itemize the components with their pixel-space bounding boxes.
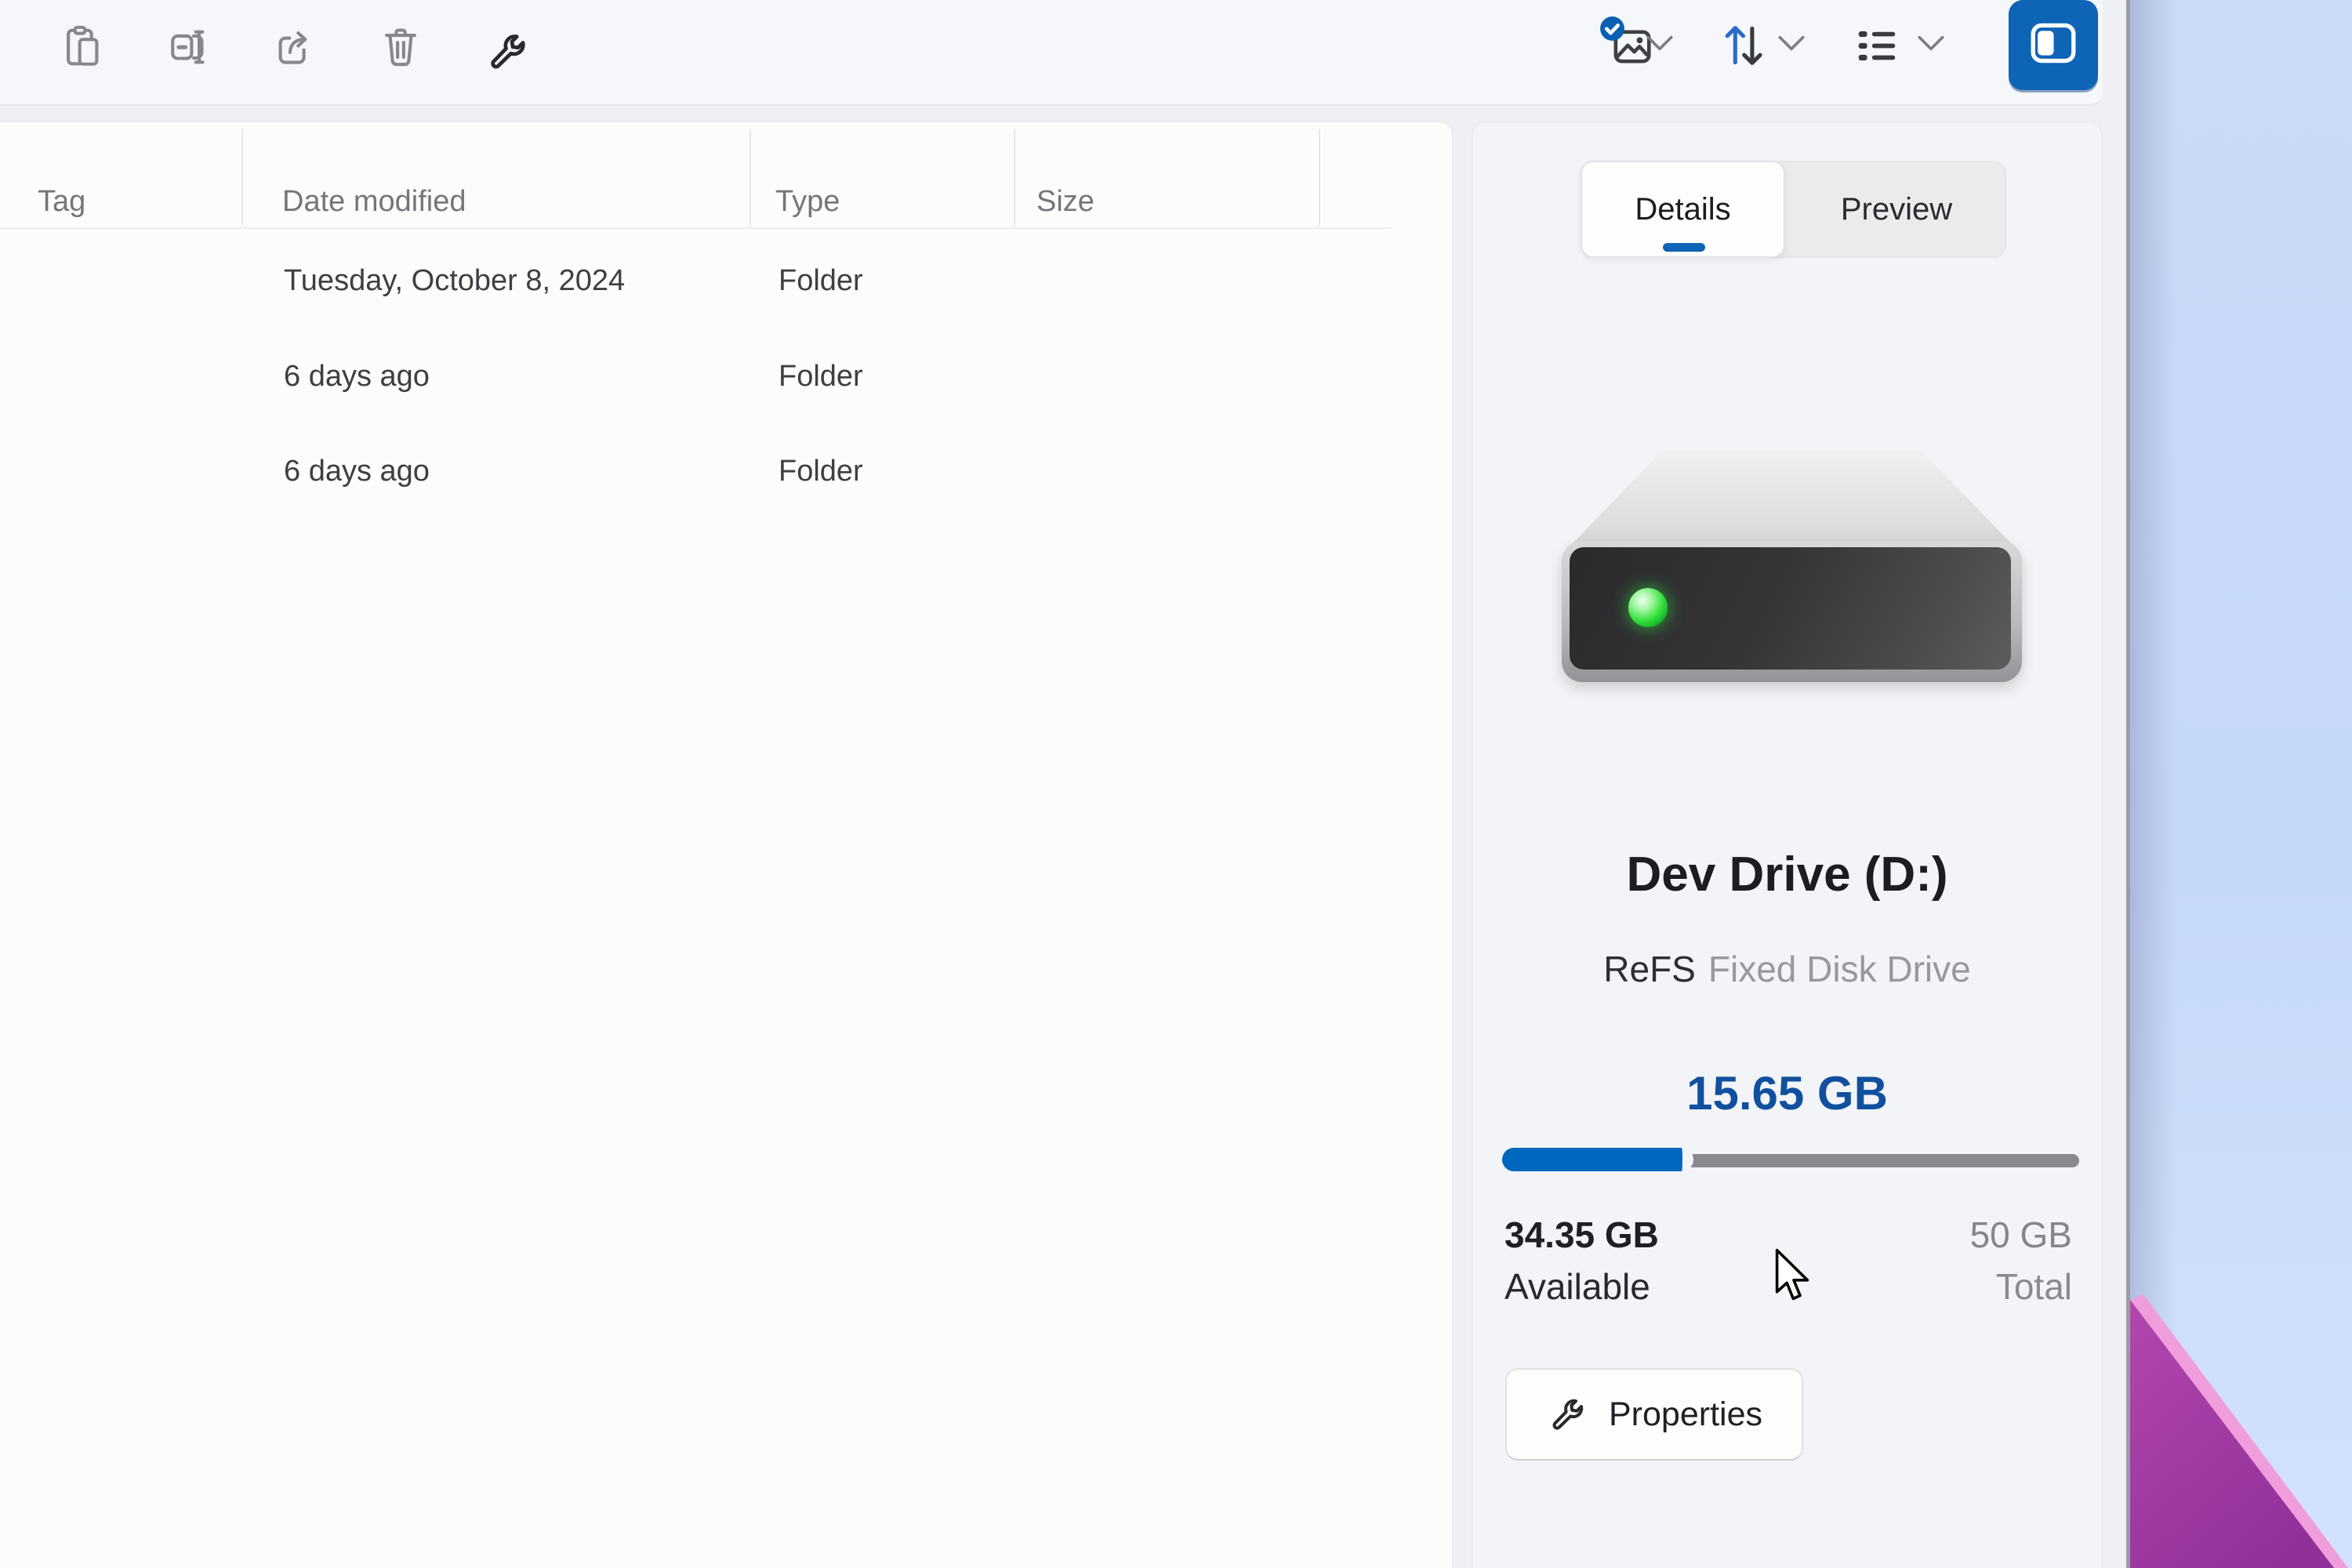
tool-button[interactable] bbox=[477, 17, 537, 77]
column-header-size[interactable]: Size bbox=[1036, 183, 1094, 220]
drive-icon bbox=[1562, 451, 2022, 682]
cell-type: Folder bbox=[779, 264, 863, 297]
rename-icon bbox=[166, 24, 212, 70]
sort-button[interactable] bbox=[1714, 14, 1777, 77]
storage-bar bbox=[1502, 1148, 2079, 1173]
file-list: Tag Date modified Type Size Tuesday, Oct… bbox=[0, 121, 1454, 1568]
cell-date-modified: 6 days ago bbox=[284, 360, 430, 393]
tab-preview[interactable]: Preview bbox=[1785, 161, 2008, 258]
active-tab-indicator bbox=[1663, 243, 1705, 252]
column-header-type[interactable]: Type bbox=[775, 183, 840, 220]
details-pane: Details Preview Dev Drive (D:) ReFS Fixed… bbox=[1472, 121, 2103, 1568]
cell-type: Folder bbox=[779, 360, 863, 393]
total-value: 50 GB bbox=[1969, 1214, 2072, 1255]
properties-button-label: Properties bbox=[1609, 1395, 1762, 1433]
drive-name: Dev Drive (D:) bbox=[1626, 848, 1948, 902]
details-pane-toggle-icon bbox=[2031, 23, 2076, 67]
view-icon bbox=[1853, 21, 1901, 70]
cell-date-modified: 6 days ago bbox=[284, 455, 430, 488]
column-separator[interactable] bbox=[750, 129, 751, 226]
used-space-value: 15.65 GB bbox=[1686, 1067, 1888, 1120]
wrench-icon bbox=[1546, 1389, 1588, 1440]
chevron-down-icon bbox=[1777, 34, 1806, 56]
paste-button[interactable] bbox=[53, 17, 113, 77]
header-divider bbox=[0, 227, 1392, 229]
drive-subtitle: ReFS Fixed Disk Drive bbox=[1473, 948, 2101, 990]
available-value: 34.35 GB bbox=[1504, 1214, 1659, 1255]
rename-button[interactable] bbox=[159, 17, 219, 77]
storage-bar-fill bbox=[1502, 1148, 1694, 1171]
cell-type: Folder bbox=[779, 455, 863, 488]
details-pane-toggle-button[interactable] bbox=[2009, 0, 2098, 90]
sort-icon bbox=[1719, 20, 1771, 71]
cursor-pointer bbox=[1774, 1248, 1810, 1305]
view-dropdown-chevron[interactable] bbox=[1915, 34, 1947, 55]
drive-led-indicator bbox=[1628, 588, 1668, 627]
delete-button[interactable] bbox=[371, 17, 430, 77]
file-explorer-window: Tag Date modified Type Size Tuesday, Oct… bbox=[0, 0, 2352, 1568]
delete-icon bbox=[378, 24, 423, 70]
column-separator[interactable] bbox=[1014, 129, 1015, 226]
select-dropdown-chevron[interactable] bbox=[1643, 34, 1676, 55]
drive-type-label: Fixed Disk Drive bbox=[1708, 949, 1971, 989]
sort-dropdown-chevron[interactable] bbox=[1775, 34, 1808, 55]
wrench-tool-icon bbox=[484, 24, 531, 71]
column-header-date-modified[interactable]: Date modified bbox=[282, 183, 466, 220]
chevron-down-icon bbox=[1917, 34, 1945, 56]
toolbar bbox=[0, 0, 2103, 106]
available-label: Available bbox=[1504, 1266, 1650, 1307]
desktop-wallpaper bbox=[2126, 0, 2352, 1568]
column-separator[interactable] bbox=[241, 129, 243, 226]
details-pane-tabs: Details Preview bbox=[1581, 161, 2006, 258]
view-button[interactable] bbox=[1847, 16, 1907, 75]
share-button[interactable] bbox=[265, 17, 325, 77]
wallpaper-magenta-shape bbox=[2130, 1294, 2348, 1568]
share-icon bbox=[272, 24, 318, 70]
total-label: Total bbox=[1995, 1266, 2072, 1307]
cell-date-modified: Tuesday, October 8, 2024 bbox=[284, 264, 626, 297]
column-separator[interactable] bbox=[1319, 129, 1320, 226]
column-header-tag[interactable]: Tag bbox=[38, 183, 85, 220]
paste-icon bbox=[60, 24, 106, 70]
drive-filesystem: ReFS bbox=[1603, 949, 1696, 989]
drive-icon-top bbox=[1571, 451, 2013, 544]
chevron-down-icon bbox=[1646, 34, 1674, 56]
properties-button[interactable]: Properties bbox=[1505, 1368, 1803, 1461]
